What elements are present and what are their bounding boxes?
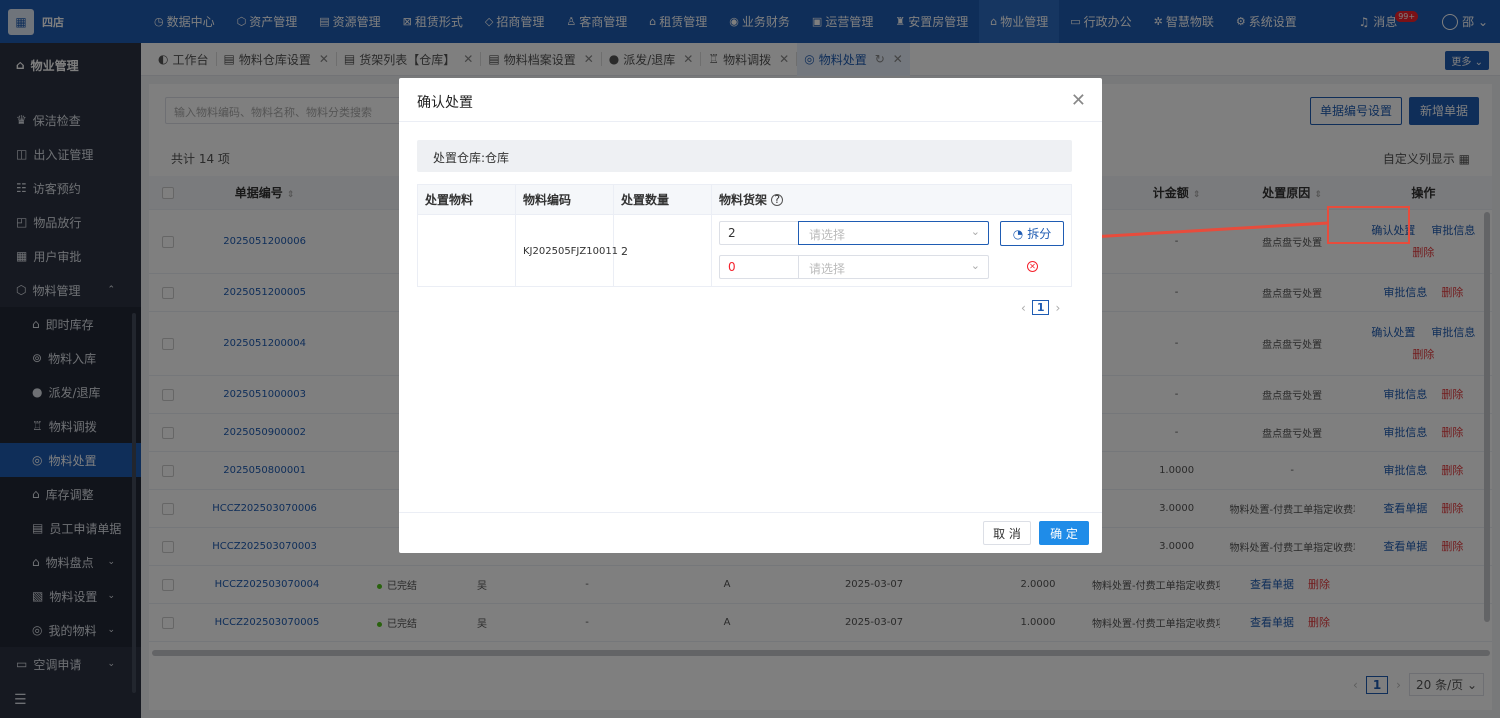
- split-button[interactable]: ◔ 拆分: [1000, 221, 1064, 246]
- prev-page-icon[interactable]: ‹: [1021, 301, 1026, 315]
- remove-row-icon[interactable]: ✕: [1027, 261, 1038, 272]
- next-page-icon[interactable]: ›: [1055, 301, 1060, 315]
- dialog-pagination: ‹ 1 ›: [1021, 300, 1060, 315]
- col-shelf: 物料货架 ?: [712, 185, 1071, 214]
- dialog-footer-divider: [399, 512, 1102, 513]
- disposal-table-header: 处置物料 物料编码 处置数量 物料货架 ?: [418, 185, 1071, 215]
- chevron-down-icon: ⌄: [970, 225, 980, 238]
- help-icon[interactable]: ?: [771, 193, 784, 206]
- split-icon: ◔: [1012, 226, 1024, 241]
- split-label: 拆分: [1027, 227, 1052, 241]
- confirm-disposal-dialog: 确认处置 ✕ 处置仓库:仓库 处置物料 物料编码 处置数量 物料货架 ? KJ2…: [399, 78, 1102, 553]
- shelf-select-2[interactable]: 请选择 ⌄: [798, 255, 989, 279]
- row-code: KJ202505FJZ10011: [516, 215, 618, 287]
- row-qty: 2: [614, 215, 712, 287]
- annotation-arrow: [1064, 221, 1329, 245]
- col-qty: 处置数量: [614, 185, 712, 214]
- col-code: 物料编码: [516, 185, 614, 214]
- cancel-button[interactable]: 取 消: [983, 521, 1031, 545]
- shelf-select-1[interactable]: 请选择 ⌄: [798, 221, 989, 245]
- dialog-divider: [399, 121, 1102, 122]
- ok-button[interactable]: 确 定: [1039, 521, 1089, 545]
- close-icon[interactable]: ✕: [1071, 90, 1086, 111]
- shelf-qty-input-2[interactable]: 0: [719, 255, 799, 279]
- shelf-qty-input-1[interactable]: 2: [719, 221, 799, 245]
- dialog-title: 确认处置: [417, 95, 473, 111]
- dialog-page-1[interactable]: 1: [1031, 300, 1050, 315]
- row-material: [418, 215, 516, 287]
- warehouse-info: 处置仓库:仓库: [417, 140, 1072, 172]
- col-material: 处置物料: [418, 185, 516, 214]
- chevron-down-icon: ⌄: [970, 259, 980, 272]
